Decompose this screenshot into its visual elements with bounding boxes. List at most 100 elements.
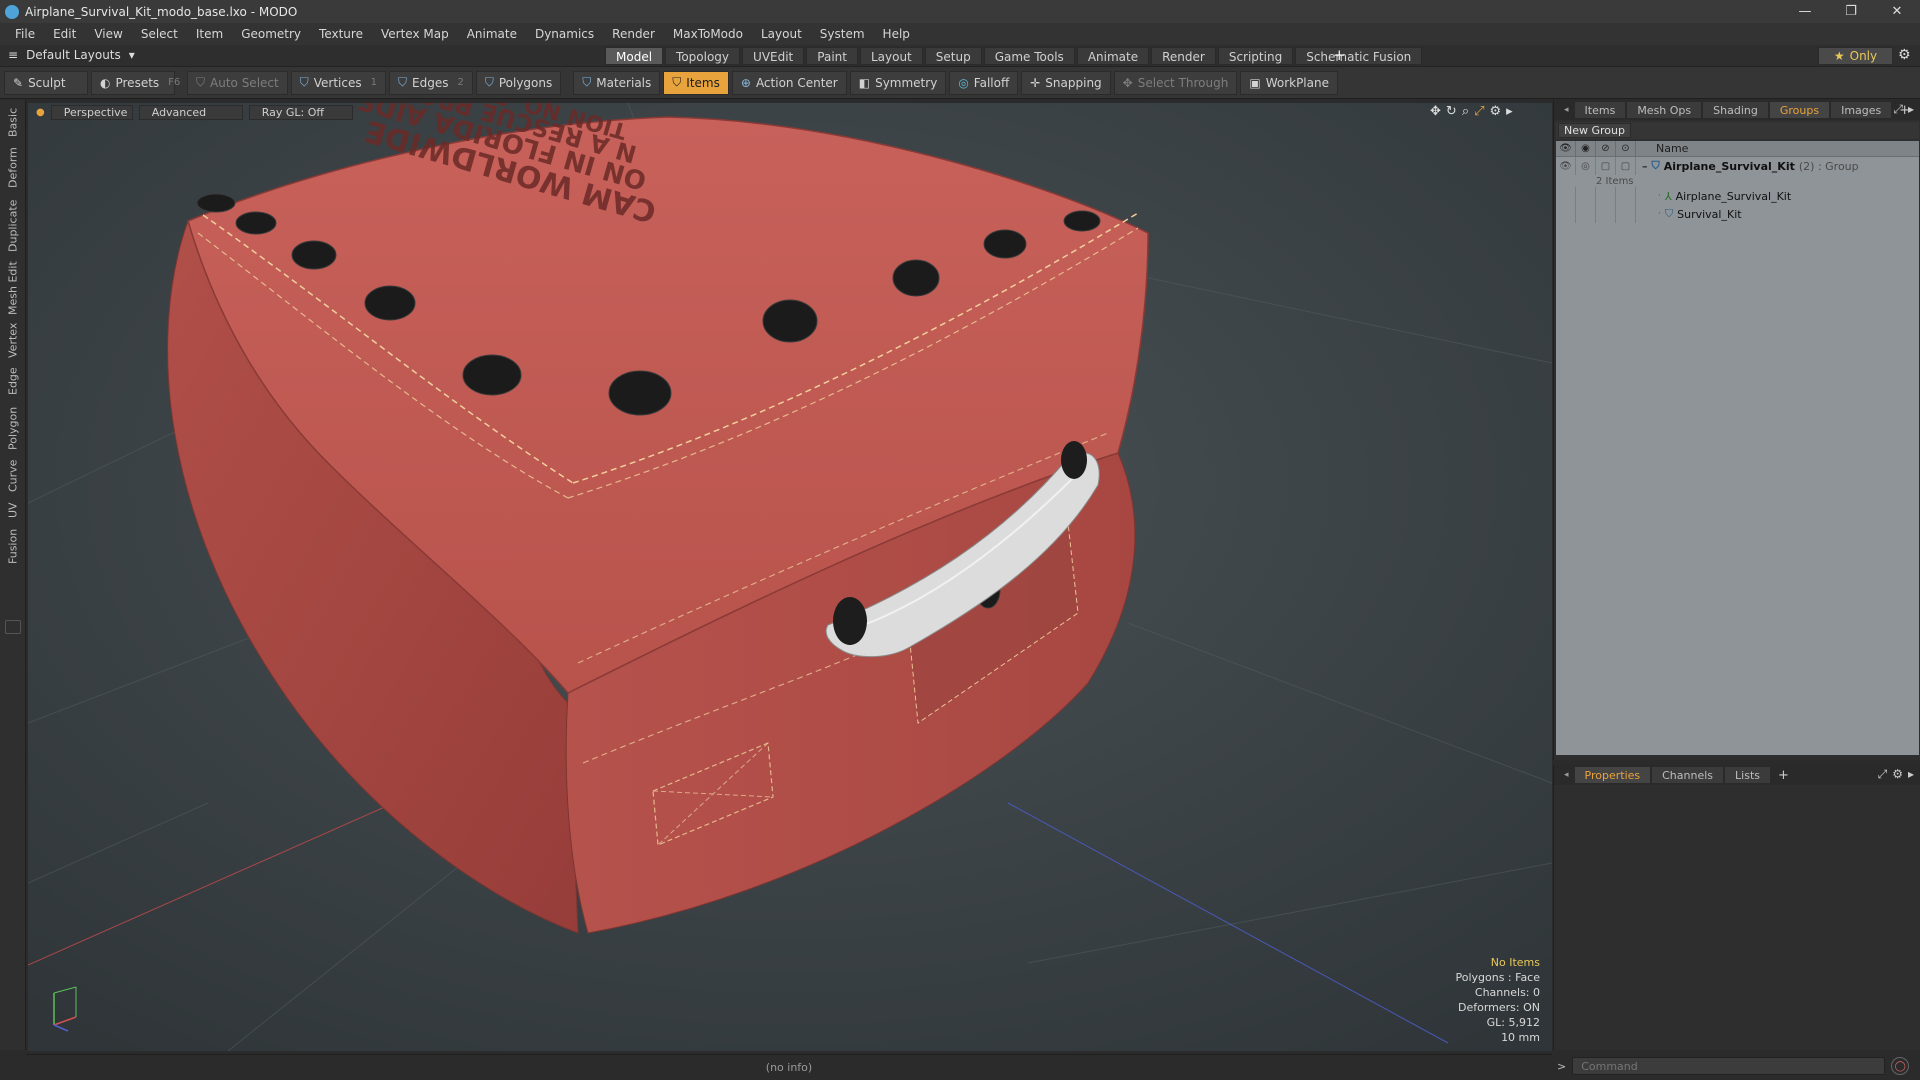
tab-paint[interactable]: Paint: [806, 47, 858, 65]
menu-maxtomodo[interactable]: MaxToModo: [664, 27, 752, 41]
render-toggle-icon[interactable]: ◎: [1576, 157, 1596, 175]
tab-duplicate[interactable]: Duplicate: [4, 198, 22, 254]
auto-select-button[interactable]: ⛉ Auto Select: [187, 70, 288, 95]
add-panel-tab-icon[interactable]: +: [1772, 768, 1795, 783]
tab-channels[interactable]: Channels: [1652, 767, 1724, 783]
menu-view[interactable]: View: [85, 27, 131, 41]
tab-uvedit[interactable]: UVEdit: [742, 47, 805, 65]
polygons-button[interactable]: ⛉ Polygons: [475, 70, 562, 95]
menu-item[interactable]: Item: [187, 27, 232, 41]
layout-selector[interactable]: ≡ Default Layouts ▾: [8, 48, 135, 62]
menu-select[interactable]: Select: [132, 27, 187, 41]
tab-items[interactable]: Items: [1574, 102, 1626, 118]
select-column-icon[interactable]: ⊙: [1616, 140, 1636, 157]
pan-icon[interactable]: ✥: [1430, 104, 1441, 119]
tab-images[interactable]: Images: [1831, 102, 1892, 118]
tab-game-tools[interactable]: Game Tools: [983, 47, 1075, 65]
gear-icon[interactable]: ⚙: [1898, 47, 1911, 63]
sculpt-button[interactable]: ✎ Sculpt: [4, 70, 88, 95]
symmetry-button[interactable]: ◧ Symmetry: [849, 70, 947, 95]
menu-edit[interactable]: Edit: [44, 27, 85, 41]
vertices-button[interactable]: ⛉ Vertices 1: [290, 70, 386, 95]
viewport-more-icon[interactable]: ▸: [1506, 104, 1513, 119]
render-column-icon[interactable]: ◉: [1576, 140, 1596, 157]
panel-collapse-icon[interactable]: ◂: [1564, 770, 1569, 780]
tab-topology[interactable]: Topology: [665, 47, 741, 65]
falloff-button[interactable]: ◎ Falloff: [949, 70, 1019, 95]
presets-button[interactable]: ◐ Presets F6: [91, 70, 180, 95]
action-center-button[interactable]: ⊕ Action Center: [731, 70, 847, 95]
tab-mesh-ops[interactable]: Mesh Ops: [1627, 102, 1702, 118]
menu-file[interactable]: File: [6, 27, 44, 41]
tab-properties[interactable]: Properties: [1574, 767, 1651, 783]
list-item[interactable]: · ⅄ Airplane_Survival_Kit: [1556, 187, 1919, 205]
tab-curve[interactable]: Curve: [4, 458, 22, 494]
menu-layout[interactable]: Layout: [752, 27, 811, 41]
tab-fusion[interactable]: Fusion: [4, 526, 22, 566]
menu-texture[interactable]: Texture: [310, 27, 372, 41]
menu-geometry[interactable]: Geometry: [232, 27, 310, 41]
tab-groups[interactable]: Groups: [1769, 102, 1830, 118]
restore-icon[interactable]: ❐: [1828, 0, 1874, 23]
close-icon[interactable]: ✕: [1874, 0, 1920, 23]
maximize-panel-icon[interactable]: ⤢: [1893, 102, 1903, 117]
lock-column-icon[interactable]: ⊘: [1596, 140, 1616, 157]
tab-scripting[interactable]: Scripting: [1217, 47, 1294, 65]
menu-system[interactable]: System: [811, 27, 874, 41]
menu-animate[interactable]: Animate: [458, 27, 526, 41]
raygl-button[interactable]: Ray GL: Off: [248, 104, 353, 120]
command-history-icon[interactable]: ◯: [1891, 1057, 1910, 1075]
items-button[interactable]: ⛉ Items: [663, 70, 729, 95]
tab-model[interactable]: Model: [605, 47, 664, 65]
panel-more-icon[interactable]: ▸: [1908, 767, 1914, 782]
only-button[interactable]: ★ Only: [1818, 47, 1893, 65]
list-item[interactable]: · ⛉ Survival_Kit: [1556, 205, 1919, 223]
tab-basic[interactable]: Basic: [4, 106, 22, 138]
visibility-column-icon[interactable]: 👁: [1556, 140, 1576, 157]
shading-mode-button[interactable]: Advanced: [138, 104, 243, 120]
minimize-icon[interactable]: —: [1782, 0, 1828, 23]
tab-uv[interactable]: UV: [4, 498, 22, 522]
viewport-menu-icon[interactable]: ●: [36, 107, 45, 118]
materials-button[interactable]: ⛉ Materials: [573, 70, 661, 95]
menu-dynamics[interactable]: Dynamics: [526, 27, 603, 41]
tab-mesh-edit[interactable]: Mesh Edit: [4, 260, 22, 316]
viewport-settings-icon[interactable]: ⚙: [1490, 104, 1502, 119]
menu-help[interactable]: Help: [874, 27, 919, 41]
menu-render[interactable]: Render: [603, 27, 664, 41]
tab-lists[interactable]: Lists: [1725, 767, 1770, 783]
panel-collapse-icon[interactable]: ◂: [1564, 105, 1569, 115]
snapping-button[interactable]: ✛ Snapping: [1021, 70, 1111, 95]
gear-icon[interactable]: ⚙: [1892, 767, 1903, 782]
add-tab-icon[interactable]: +: [1333, 46, 1346, 64]
workplane-button[interactable]: ▣ WorkPlane: [1240, 70, 1338, 95]
eye-icon[interactable]: 👁: [1556, 157, 1576, 175]
zoom-icon[interactable]: ⌕: [1462, 104, 1469, 119]
tab-schematic-fusion[interactable]: Schematic Fusion: [1295, 47, 1423, 65]
3d-viewport[interactable]: CAM WORLDWIDE ON IN FLORIDA AIDS N A RES…: [28, 103, 1552, 1051]
view-type-button[interactable]: Perspective: [50, 104, 133, 120]
collapse-icon[interactable]: –: [1642, 160, 1648, 173]
edges-button[interactable]: ⛉ Edges 2: [388, 70, 473, 95]
expand-toolbox-icon[interactable]: [5, 620, 21, 634]
tab-setup[interactable]: Setup: [924, 47, 982, 65]
tab-deform[interactable]: Deform: [4, 146, 22, 190]
select-toggle-icon[interactable]: ▢: [1616, 157, 1636, 175]
lock-toggle-icon[interactable]: ▢: [1596, 157, 1616, 175]
select-through-button[interactable]: ✥ Select Through: [1113, 70, 1238, 95]
new-group-button[interactable]: New Group: [1558, 123, 1631, 138]
command-input[interactable]: [1572, 1057, 1886, 1075]
tab-polygon[interactable]: Polygon: [4, 402, 22, 454]
fit-icon[interactable]: ⤢: [1474, 104, 1484, 119]
tab-layout[interactable]: Layout: [859, 47, 923, 65]
tab-animate[interactable]: Animate: [1076, 47, 1150, 65]
maximize-panel-icon[interactable]: ⤢: [1878, 767, 1888, 782]
panel-more-icon[interactable]: ▸: [1908, 102, 1914, 117]
group-row[interactable]: 👁 ◎ ▢ ▢ – ⛉ Airplane_Survival_Kit (2) : …: [1556, 157, 1919, 175]
rotate-icon[interactable]: ↻: [1446, 104, 1457, 119]
menu-vertex-map[interactable]: Vertex Map: [372, 27, 458, 41]
tab-vertex[interactable]: Vertex: [4, 320, 22, 360]
tab-edge[interactable]: Edge: [4, 364, 22, 398]
tab-shading[interactable]: Shading: [1703, 102, 1768, 118]
tab-render[interactable]: Render: [1151, 47, 1216, 65]
